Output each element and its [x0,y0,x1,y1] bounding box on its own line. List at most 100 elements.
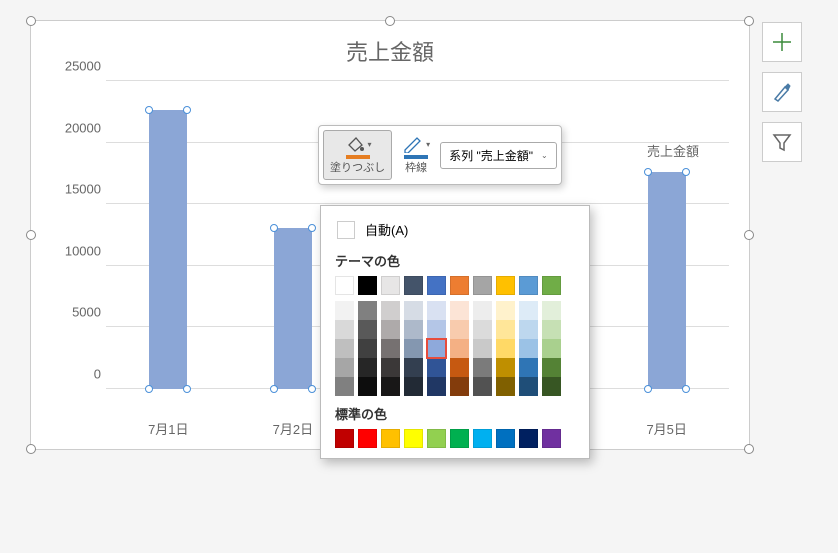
color-swatch[interactable] [519,429,538,448]
bar[interactable] [274,228,312,389]
resize-handle-bl[interactable] [26,444,36,454]
color-swatch[interactable] [404,358,423,377]
color-swatch[interactable] [381,339,400,358]
color-swatch[interactable] [496,377,515,396]
color-swatch[interactable] [427,358,446,377]
color-swatch[interactable] [450,339,469,358]
color-swatch[interactable] [473,339,492,358]
color-swatch[interactable] [427,377,446,396]
color-swatch[interactable] [427,320,446,339]
color-swatch[interactable] [450,276,469,295]
color-swatch[interactable] [519,358,538,377]
bar[interactable] [149,110,187,389]
color-swatch[interactable] [519,276,538,295]
bar-handle[interactable] [270,385,278,393]
color-swatch[interactable] [335,301,354,320]
color-swatch[interactable] [335,320,354,339]
color-swatch[interactable] [358,301,377,320]
bar-handle[interactable] [183,385,191,393]
color-swatch[interactable] [542,301,561,320]
color-swatch[interactable] [381,358,400,377]
color-swatch[interactable] [358,339,377,358]
color-swatch[interactable] [496,358,515,377]
color-swatch[interactable] [496,320,515,339]
outline-button[interactable]: ▾ 枠線 [396,131,436,179]
color-swatch[interactable] [496,339,515,358]
color-swatch[interactable] [496,276,515,295]
color-swatch[interactable] [404,377,423,396]
bar-handle[interactable] [308,385,316,393]
chart-title[interactable]: 売上金額 [31,35,749,67]
color-swatch[interactable] [404,339,423,358]
color-swatch[interactable] [404,320,423,339]
color-swatch[interactable] [473,276,492,295]
color-swatch[interactable] [358,320,377,339]
color-swatch[interactable] [450,358,469,377]
color-swatch[interactable] [358,429,377,448]
color-swatch[interactable] [381,429,400,448]
color-swatch[interactable] [450,429,469,448]
resize-handle-tr[interactable] [744,16,754,26]
color-swatch[interactable] [427,429,446,448]
color-swatch[interactable] [404,301,423,320]
color-swatch[interactable] [473,377,492,396]
color-swatch[interactable] [335,377,354,396]
resize-handle-tl[interactable] [26,16,36,26]
color-swatch[interactable] [335,429,354,448]
resize-handle-ml[interactable] [26,230,36,240]
bar[interactable] [648,172,686,389]
color-swatch[interactable] [519,320,538,339]
color-swatch[interactable] [450,377,469,396]
bar-handle[interactable] [183,106,191,114]
color-swatch[interactable] [335,358,354,377]
auto-color-option[interactable]: 自動(A) [335,216,575,243]
color-swatch[interactable] [427,301,446,320]
bar-handle[interactable] [682,385,690,393]
color-swatch[interactable] [542,276,561,295]
bar-handle[interactable] [145,106,153,114]
color-swatch[interactable] [427,339,446,358]
color-swatch[interactable] [473,358,492,377]
color-swatch[interactable] [519,377,538,396]
color-swatch[interactable] [473,320,492,339]
bar-handle[interactable] [270,224,278,232]
legend[interactable]: 売上金額 [647,141,699,160]
bar-handle[interactable] [308,224,316,232]
color-swatch[interactable] [427,276,446,295]
bar-handle[interactable] [145,385,153,393]
color-swatch[interactable] [335,339,354,358]
chart-styles-button[interactable] [762,72,802,112]
color-swatch[interactable] [381,320,400,339]
resize-handle-tm[interactable] [385,16,395,26]
color-swatch[interactable] [450,301,469,320]
color-swatch[interactable] [358,377,377,396]
color-swatch[interactable] [358,276,377,295]
resize-handle-mr[interactable] [744,230,754,240]
color-swatch[interactable] [542,429,561,448]
color-swatch[interactable] [358,358,377,377]
color-swatch[interactable] [404,429,423,448]
color-swatch[interactable] [542,358,561,377]
fill-button[interactable]: ▾ 塗りつぶし [323,130,392,180]
color-swatch[interactable] [496,429,515,448]
color-swatch[interactable] [542,377,561,396]
color-swatch[interactable] [519,339,538,358]
chart-filter-button[interactable] [762,122,802,162]
color-swatch[interactable] [381,301,400,320]
bar-handle[interactable] [682,168,690,176]
color-swatch[interactable] [496,301,515,320]
color-swatch[interactable] [335,276,354,295]
bar-handle[interactable] [644,385,652,393]
color-swatch[interactable] [381,276,400,295]
color-swatch[interactable] [473,301,492,320]
resize-handle-br[interactable] [744,444,754,454]
bar-handle[interactable] [644,168,652,176]
color-swatch[interactable] [542,320,561,339]
color-swatch[interactable] [381,377,400,396]
color-swatch[interactable] [519,301,538,320]
color-swatch[interactable] [542,339,561,358]
color-swatch[interactable] [404,276,423,295]
series-selector[interactable]: 系列 "売上金額" ⌄ [440,142,557,169]
color-swatch[interactable] [450,320,469,339]
color-swatch[interactable] [473,429,492,448]
